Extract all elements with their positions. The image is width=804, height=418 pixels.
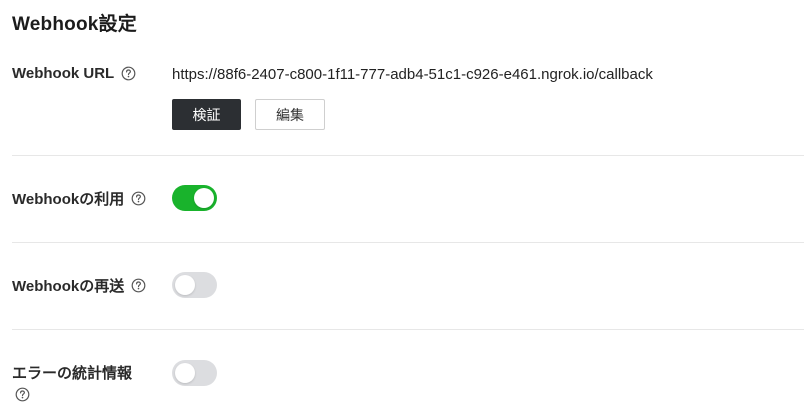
section-title: Webhook設定 (12, 14, 137, 35)
divider (12, 242, 804, 243)
webhook-settings-page: Webhook設定 Webhook URL https://88f6-2407-… (0, 0, 804, 418)
question-circle-icon[interactable] (131, 278, 146, 293)
edit-button[interactable]: 編集 (255, 99, 325, 130)
webhook-url-value: https://88f6-2407-c800-1f11-777-adb4-51c… (172, 66, 653, 83)
error-stats-row: エラーの統計情報 (12, 356, 804, 408)
redelivery-toggle[interactable] (172, 272, 217, 298)
use-webhook-label: Webhookの利用 (12, 191, 125, 208)
use-webhook-toggle[interactable] (172, 185, 217, 211)
redelivery-label: Webhookの再送 (12, 278, 125, 295)
error-stats-label: エラーの統計情報 (12, 365, 133, 382)
redelivery-row: Webhookの再送 (12, 268, 804, 302)
toggle-knob (175, 363, 195, 383)
use-webhook-row: Webhookの利用 (12, 182, 804, 216)
error-stats-toggle[interactable] (172, 360, 217, 386)
question-circle-icon[interactable] (121, 66, 136, 81)
divider (12, 155, 804, 156)
toggle-knob (194, 188, 214, 208)
divider (12, 329, 804, 330)
verify-button[interactable]: 検証 (172, 99, 241, 130)
use-webhook-label-group: Webhookの利用 (12, 188, 146, 209)
webhook-url-label-group: Webhook URL (12, 65, 136, 82)
toggle-knob (175, 275, 195, 295)
webhook-url-label: Webhook URL (12, 65, 115, 82)
question-circle-icon[interactable] (131, 191, 146, 206)
redelivery-label-group: Webhookの再送 (12, 275, 146, 296)
question-circle-icon[interactable] (15, 387, 30, 402)
webhook-url-row: Webhook URL https://88f6-2407-c800-1f11-… (12, 64, 804, 134)
